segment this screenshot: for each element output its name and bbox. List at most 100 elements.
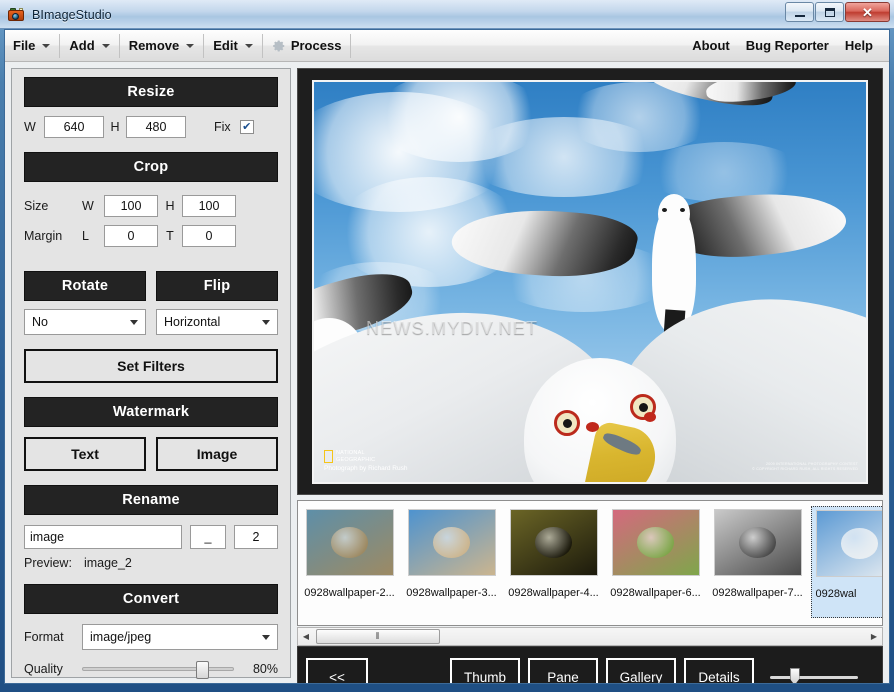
menu-divider	[59, 33, 61, 58]
workspace: NEWS.MYDIV.NET NATIONAL GEOGRAPHIC Photog…	[297, 68, 883, 683]
thumbnail-image	[305, 509, 394, 576]
rename-section-header[interactable]: Rename	[24, 485, 278, 515]
menu-about[interactable]: About	[684, 30, 738, 61]
menu-add[interactable]: Add	[61, 30, 117, 61]
menu-about-label: About	[692, 38, 730, 53]
menu-help-label: Help	[844, 38, 873, 53]
thumbnail-label: 0928wallpaper-2...	[304, 587, 395, 599]
scrollbar-thumb[interactable]: ⦀	[316, 629, 440, 644]
rename-preview-label: Preview:	[24, 556, 72, 570]
maximize-icon	[824, 7, 835, 17]
rename-base-input[interactable]: image	[24, 525, 182, 549]
resize-width-label: W	[24, 120, 36, 134]
thumbnail-item[interactable]: 0928wallpaper-4...	[505, 506, 602, 618]
rename-counter-input[interactable]: 2	[234, 525, 278, 549]
menu-file[interactable]: File	[5, 30, 58, 61]
national-geographic-logo: NATIONAL GEOGRAPHIC Photograph by Richard…	[324, 450, 407, 474]
menu-process-label: Process	[290, 38, 342, 53]
menu-help[interactable]: Help	[837, 30, 881, 61]
minimize-button[interactable]	[785, 2, 814, 22]
quality-slider[interactable]	[82, 661, 234, 679]
view-toolbar: << Thumb Pane Gallery Details	[297, 646, 883, 683]
fix-aspect-checkbox[interactable]: ✔	[239, 120, 254, 134]
thumbnail-item[interactable]: 0928wallpaper-3...	[403, 506, 500, 618]
resize-fields-row: W 640 H 480 Fix ✔	[24, 116, 278, 138]
view-details-button[interactable]: Details	[684, 658, 754, 683]
crop-margin-label: Margin	[24, 229, 63, 243]
crop-height-label: H	[165, 199, 175, 213]
crop-section-header[interactable]: Crop	[24, 152, 278, 182]
watermark-section-header[interactable]: Watermark	[24, 397, 278, 427]
set-filters-button[interactable]: Set Filters	[24, 349, 278, 383]
crop-height-input[interactable]: 100	[182, 195, 236, 217]
resize-width-input[interactable]: 640	[44, 116, 104, 138]
thumbnail-item[interactable]: 0928wal	[811, 506, 882, 618]
quality-value: 80%	[252, 662, 278, 676]
quality-slider-thumb[interactable]	[196, 661, 209, 679]
format-select[interactable]: image/jpeg	[82, 624, 278, 650]
scroll-right-icon[interactable]: ▶	[866, 628, 882, 645]
menu-bar: File Add Remove Edit Process About Bug R…	[5, 30, 889, 62]
preview-image: NEWS.MYDIV.NET NATIONAL GEOGRAPHIC Photog…	[312, 79, 868, 484]
menu-process[interactable]: Process	[264, 30, 350, 61]
format-row: Format image/jpeg	[24, 624, 278, 650]
crop-margin-left-input[interactable]: 0	[104, 225, 158, 247]
natgeo-line1: NATIONAL	[336, 449, 365, 456]
menu-divider	[261, 33, 263, 58]
chevron-down-icon	[42, 43, 51, 48]
watermark-image-button[interactable]: Image	[156, 437, 278, 471]
thumbnail-item[interactable]: 0928wallpaper-2...	[301, 506, 398, 618]
thumbnail-item[interactable]: 0928wallpaper-7...	[709, 506, 806, 618]
chevron-down-icon	[101, 43, 110, 48]
photo-copyright: 2009 INTERNATIONAL PHOTOGRAPHY CONTEST ©…	[752, 462, 858, 473]
rename-preview-value: image_2	[83, 556, 132, 570]
thumbnail-image	[407, 509, 496, 576]
chevron-down-icon	[262, 635, 270, 640]
rotate-select-value: No	[32, 315, 48, 329]
zoom-slider[interactable]	[770, 667, 858, 683]
thumbnail-item[interactable]: 0928wallpaper-6...	[607, 506, 704, 618]
minimize-icon	[794, 14, 805, 17]
flip-section-header[interactable]: Flip	[156, 271, 278, 301]
close-button[interactable]: ✕	[845, 2, 890, 22]
watermark-text-button[interactable]: Text	[24, 437, 146, 471]
menu-edit[interactable]: Edit	[205, 30, 261, 61]
resize-section-header[interactable]: Resize	[24, 77, 278, 107]
menu-edit-label: Edit	[213, 38, 238, 53]
menu-file-label: File	[13, 38, 36, 53]
flip-select[interactable]: Horizontal	[156, 309, 278, 335]
scroll-left-icon[interactable]: ◀	[298, 628, 314, 645]
maximize-button[interactable]	[815, 2, 844, 22]
title-bar: BImageStudio ✕	[0, 0, 894, 29]
crop-size-row: Size W 100 H 100	[24, 195, 278, 217]
view-thumb-button[interactable]: Thumb	[450, 658, 520, 683]
thumbnail-image	[611, 509, 700, 576]
camera-icon	[7, 6, 25, 24]
quality-label: Quality	[24, 662, 63, 676]
view-pane-button[interactable]: Pane	[528, 658, 598, 683]
crop-margin-top-input[interactable]: 0	[182, 225, 236, 247]
flip-select-value: Horizontal	[164, 315, 221, 329]
menu-remove[interactable]: Remove	[121, 30, 203, 61]
image-preview-pane[interactable]: NEWS.MYDIV.NET NATIONAL GEOGRAPHIC Photog…	[297, 68, 883, 495]
resize-height-input[interactable]: 480	[126, 116, 186, 138]
rename-fields-row: image _ 2	[24, 525, 278, 549]
quality-row: Quality 80%	[24, 661, 278, 679]
convert-section-header[interactable]: Convert	[24, 584, 278, 614]
chevron-down-icon	[262, 320, 270, 325]
rotate-select[interactable]: No	[24, 309, 146, 335]
crop-width-input[interactable]: 100	[104, 195, 158, 217]
rename-separator-input[interactable]: _	[190, 525, 226, 549]
collapse-panel-button[interactable]: <<	[306, 658, 368, 683]
thumbnail-scrollbar[interactable]: ◀ ⦀ ▶	[297, 627, 883, 646]
view-gallery-button[interactable]: Gallery	[606, 658, 676, 683]
zoom-slider-thumb[interactable]	[789, 668, 800, 683]
rotate-section-header[interactable]: Rotate	[24, 271, 146, 301]
thumbnail-strip[interactable]: 0928wallpaper-2... 0928wallpaper-3... 0928…	[297, 500, 883, 626]
natgeo-box-icon	[324, 450, 333, 463]
zoom-slider-track	[770, 676, 858, 679]
crop-margin-top-label: T	[166, 229, 174, 243]
menu-bug-reporter[interactable]: Bug Reporter	[738, 30, 837, 61]
watermark-buttons: Text Image	[24, 437, 278, 471]
thumbnail-label: 0928wallpaper-7...	[712, 587, 803, 599]
